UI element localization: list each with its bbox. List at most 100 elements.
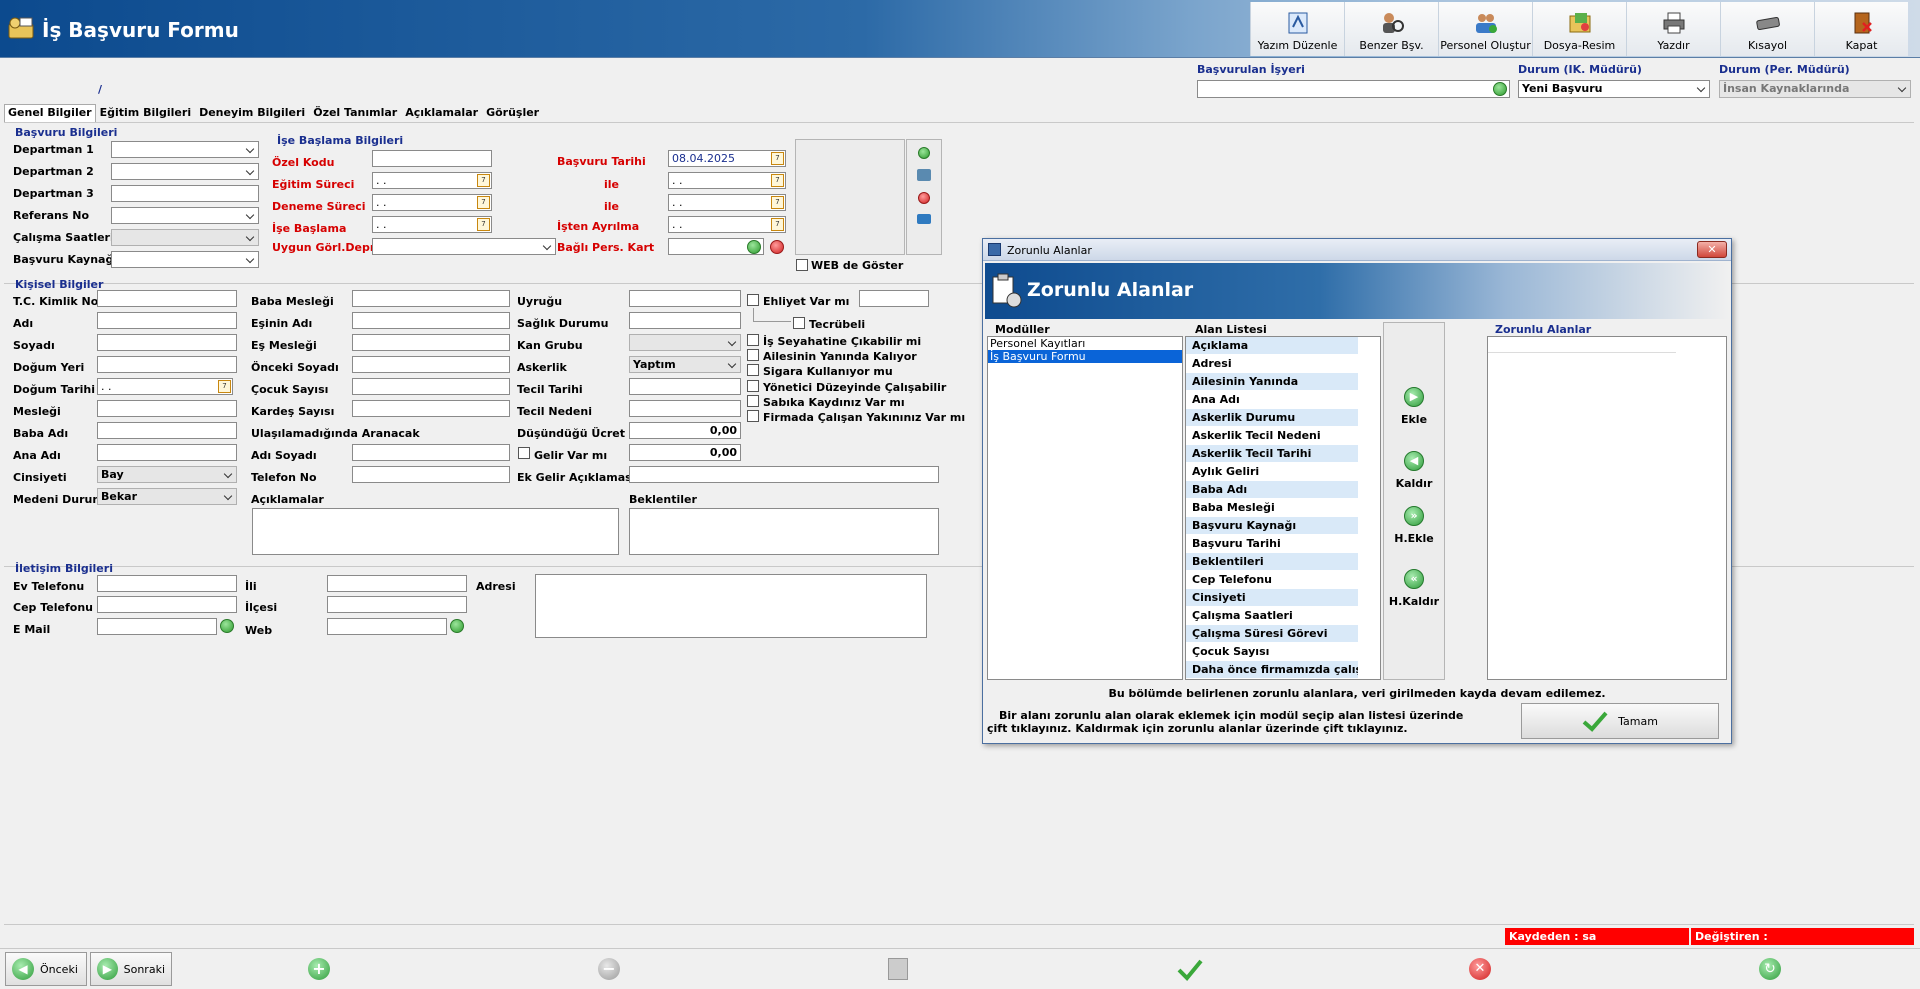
reference-no-select[interactable] [111, 207, 259, 224]
mother-name-input[interactable] [97, 444, 237, 461]
blood-type-select[interactable] [629, 334, 741, 351]
email-input[interactable] [97, 618, 217, 635]
modules-list[interactable]: Personel Kayıtları İş Başvuru Formu [987, 336, 1183, 680]
web-input[interactable] [327, 618, 447, 635]
calendar-icon[interactable]: 7 [771, 196, 784, 209]
add-all-button[interactable]: » H.Ekle [1384, 506, 1444, 545]
similar-applications-button[interactable]: Benzer Bşv. [1344, 2, 1438, 56]
remove-all-button[interactable]: «H.Kaldır [1384, 569, 1444, 608]
required-fields-list[interactable] [1487, 336, 1727, 680]
previous-surname-input[interactable] [352, 356, 510, 373]
city-input[interactable] [327, 575, 467, 592]
children-count-input[interactable] [352, 378, 510, 395]
marital-status-select[interactable]: Bekar [97, 488, 237, 505]
delete-photo-icon[interactable] [918, 192, 930, 204]
income-amount-input[interactable]: 0,00 [629, 444, 741, 461]
field-list-item[interactable]: Başvuru Tarihi [1186, 535, 1358, 553]
print-button[interactable]: Yazdır [1626, 2, 1720, 56]
surname-input[interactable] [97, 334, 237, 351]
travel-checkbox[interactable] [747, 334, 759, 346]
calendar-icon[interactable]: 7 [218, 380, 231, 393]
calendar-icon[interactable]: 7 [771, 174, 784, 187]
edit-record-icon[interactable] [888, 958, 908, 980]
license-checkbox[interactable] [747, 294, 759, 306]
tab-experience[interactable]: Deneyim Bilgileri [195, 104, 309, 122]
deferment-reason-input[interactable] [629, 400, 741, 417]
mobile-phone-input[interactable] [97, 596, 237, 613]
refresh-icon[interactable]: ↻ [1759, 958, 1781, 980]
birthplace-input[interactable] [97, 356, 237, 373]
create-staff-button[interactable]: Personel Oluştur [1438, 2, 1532, 56]
calendar-icon[interactable]: 7 [477, 196, 490, 209]
cancel-icon[interactable]: ✕ [1469, 958, 1491, 980]
field-list-item[interactable]: Beklentileri [1186, 553, 1358, 571]
expectations-textarea[interactable] [629, 508, 939, 555]
application-source-select[interactable] [111, 251, 259, 268]
add-photo-icon[interactable] [918, 147, 930, 159]
tc-id-input[interactable] [97, 290, 237, 307]
field-list-item[interactable]: Daha önce firmamızda çalıştı [1186, 661, 1358, 679]
previous-button[interactable]: ◀ Önceki [5, 952, 87, 986]
application-date-input[interactable]: 08.04.2025 7 [668, 150, 786, 167]
photo-frame[interactable] [795, 139, 905, 255]
experienced-checkbox[interactable] [793, 317, 805, 329]
next-button[interactable]: ▶ Sonraki [90, 952, 172, 986]
field-list-item[interactable]: Askerlik Tecil Tarihi [1186, 445, 1358, 463]
close-button[interactable]: Kapat [1814, 2, 1908, 56]
department1-select[interactable] [111, 141, 259, 158]
calendar-icon[interactable]: 7 [477, 174, 490, 187]
field-list-item[interactable]: Aylık Geliri [1186, 463, 1358, 481]
tab-education[interactable]: Eğitim Bilgileri [96, 104, 195, 122]
smoking-checkbox[interactable] [747, 364, 759, 376]
field-list-item[interactable]: Adresi [1186, 355, 1358, 373]
remove-button[interactable]: ◀ Kaldır [1384, 451, 1444, 490]
per-status-select[interactable]: İnsan Kaynaklarında [1719, 80, 1911, 98]
department3-input[interactable] [111, 185, 259, 202]
calendar-icon[interactable]: 7 [477, 218, 490, 231]
linked-staff-input[interactable] [668, 238, 764, 255]
birthdate-input[interactable]: . .7 [97, 378, 233, 395]
dialog-close-icon[interactable]: ✕ [1697, 241, 1727, 258]
leave-date-input[interactable]: . .7 [668, 216, 786, 233]
criminal-record-checkbox[interactable] [747, 395, 759, 407]
field-list-item[interactable]: Cep Telefonu [1186, 571, 1358, 589]
field-list-item[interactable]: Baba Adı [1186, 481, 1358, 499]
training-end-input[interactable]: . .7 [668, 172, 786, 189]
employer-input[interactable] [1197, 80, 1510, 98]
field-list-item[interactable]: Cinsiyeti [1186, 589, 1358, 607]
father-name-input[interactable] [97, 422, 237, 439]
address-textarea[interactable] [535, 574, 927, 638]
license-class-input[interactable] [859, 290, 929, 307]
expected-salary-input[interactable]: 0,00 [629, 422, 741, 439]
field-list-item[interactable]: Açıklama [1186, 337, 1358, 355]
web-show-checkbox[interactable] [796, 259, 808, 271]
module-item-selected[interactable]: İş Başvuru Formu [988, 350, 1182, 363]
add-record-icon[interactable]: + [308, 958, 330, 980]
scan-photo-icon[interactable] [917, 169, 931, 181]
contact-name-input[interactable] [352, 444, 510, 461]
file-image-button[interactable]: Dosya-Resim [1532, 2, 1626, 56]
gender-select[interactable]: Bay [97, 466, 237, 483]
manager-checkbox[interactable] [747, 380, 759, 392]
field-list-item[interactable]: Askerlik Durumu [1186, 409, 1358, 427]
web-open-icon[interactable] [450, 619, 464, 633]
email-send-icon[interactable] [220, 619, 234, 633]
field-list-item[interactable]: Çalışma Saatleri [1186, 607, 1358, 625]
field-list[interactable]: Açıklama Adresi Ailesinin Yanında Ana Adı As… [1185, 336, 1381, 680]
module-item[interactable]: Personel Kayıtları [988, 337, 1182, 350]
nationality-input[interactable] [629, 290, 741, 307]
spouse-name-input[interactable] [352, 312, 510, 329]
descriptions-textarea[interactable] [252, 508, 619, 555]
linked-staff-clear-icon[interactable] [770, 240, 784, 254]
working-hours-select[interactable] [111, 229, 259, 246]
field-list-item[interactable]: Askerlik Tecil Nedeni [1186, 427, 1358, 445]
employer-lookup-icon[interactable] [1493, 82, 1507, 96]
delete-record-icon[interactable]: − [598, 958, 620, 980]
tab-custom[interactable]: Özel Tanımlar [309, 104, 401, 122]
spouse-occupation-input[interactable] [352, 334, 510, 351]
district-input[interactable] [327, 596, 467, 613]
save-checkmark-icon[interactable] [1176, 957, 1204, 981]
occupation-input[interactable] [97, 400, 237, 417]
field-list-item[interactable]: Çocuk Sayısı [1186, 643, 1358, 661]
special-code-input[interactable] [372, 150, 492, 167]
